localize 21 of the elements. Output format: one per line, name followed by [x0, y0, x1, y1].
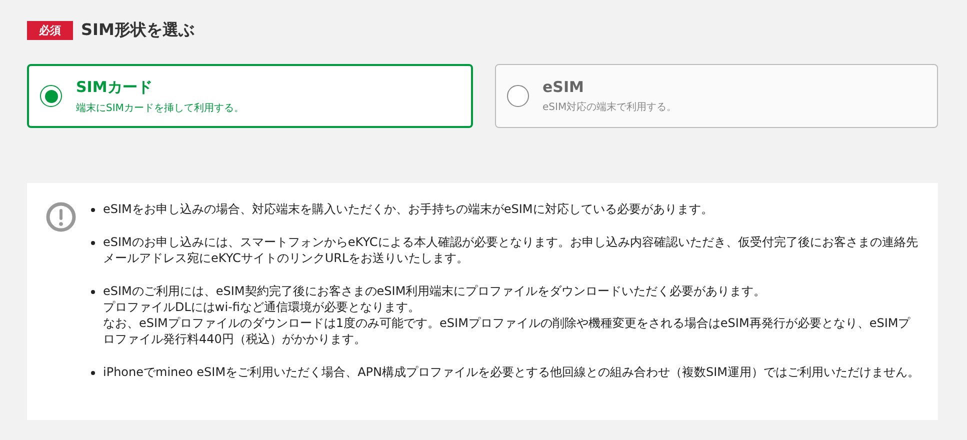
- radio-button[interactable]: [506, 85, 528, 107]
- required-badge: 必須: [27, 20, 73, 40]
- note-text: eSIMをお申し込みの場合、対応端末を購入いただくか、お手持ちの端末がeSIMに対応している必要があります。: [103, 201, 713, 217]
- option-description: 端末にSIMカードを挿して利用する。: [76, 102, 244, 114]
- bullet-icon: [91, 241, 95, 245]
- note-text: なお、eSIMプロファイルのダウンロードは1度のみ可能です。eSIMプロファイルの削除や機種変更をされる場合はeSIM再発行が必要となり、eSIMプロファイル発行料440円（税込）がかかります。: [103, 315, 912, 347]
- note-text: プロファイルDLにはwi-fiなど通信環境が必要となります。: [103, 299, 421, 315]
- option-description: eSIM対応の端末で利用する。: [542, 100, 677, 114]
- option-card[interactable]: eSIM eSIM対応の端末で利用する。: [494, 64, 938, 128]
- option-card[interactable]: SIMカード 端末にSIMカードを挿して利用する。: [27, 64, 472, 128]
- radio-button[interactable]: [40, 85, 62, 107]
- note-text: eSIMのご利用には、eSIM契約完了後にお客さまのeSIM利用端末にプロファイルをダウンロードいただく必要があります。: [103, 283, 767, 299]
- section-title: SIM形状を選ぶ: [81, 20, 194, 40]
- bullet-icon: [91, 290, 95, 294]
- note-text: eSIMのお申し込みには、スマートフォンからeKYCによる本人確認が必要となります。お申し込み内容確認いただき、仮受付完了後にお客さまの連絡先メールアドレス宛にeKYCサイトのリンクURLをお送りいたします。: [103, 234, 919, 266]
- exclamation-icon: [45, 201, 77, 233]
- bullet-icon: [91, 371, 95, 375]
- option-label: eSIM: [542, 78, 584, 96]
- bullet-icon: [91, 208, 95, 212]
- note-text: iPhoneでmineo eSIMをご利用いただく場合、APN構成プロファイルを必要とする他回線との組み合わせ（複数SIM運用）ではご利用いただけません。: [103, 364, 920, 380]
- option-label: SIMカード: [76, 78, 152, 96]
